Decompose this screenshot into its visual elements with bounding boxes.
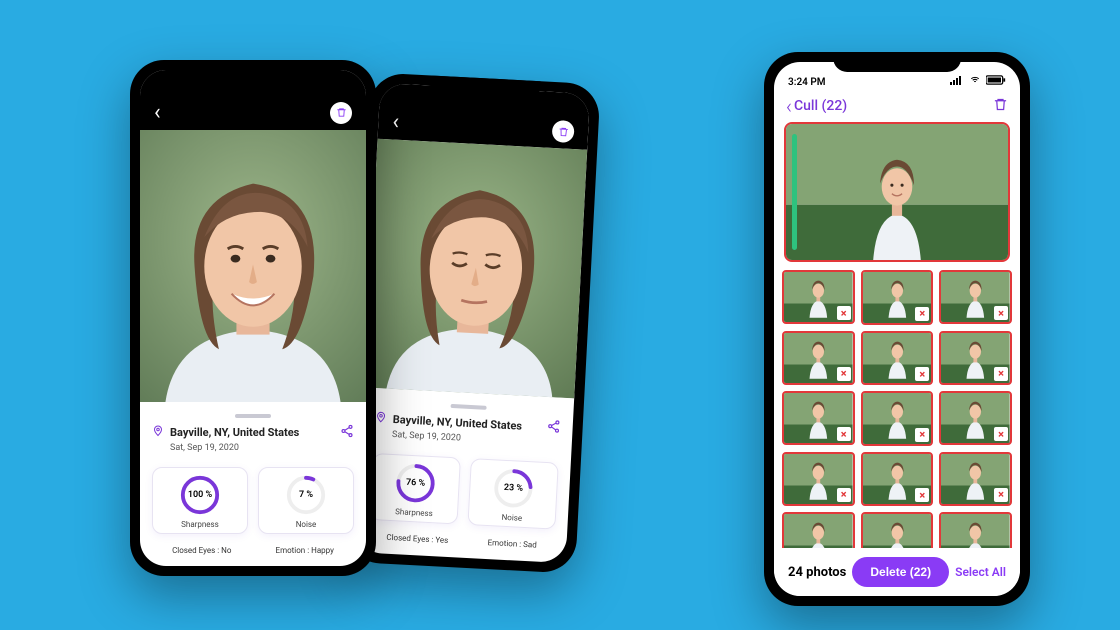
screen: ‹ — [356, 83, 590, 563]
photo-thumb[interactable]: × — [782, 452, 855, 506]
analysis-row: Closed Eyes : No Emotion : Happy — [140, 538, 366, 555]
phone-detail-sad: ‹ — [345, 72, 600, 573]
photo-thumb[interactable]: × — [939, 452, 1012, 506]
remove-mark-icon[interactable]: × — [837, 367, 851, 381]
select-all-button[interactable]: Select All — [955, 565, 1006, 579]
photo-thumb[interactable]: × — [782, 391, 855, 445]
phone-detail-happy: ‹ — [130, 60, 376, 576]
noise-value: 23 % — [491, 467, 535, 511]
photo-thumb[interactable]: × — [939, 270, 1012, 324]
noise-ring: 7 % — [285, 474, 327, 516]
location-text: Bayville, NY, United States — [170, 426, 299, 439]
share-icon[interactable] — [546, 419, 561, 437]
device-notch — [833, 52, 961, 72]
photo-thumb[interactable]: × — [861, 270, 934, 325]
sharpness-card: 76 % Sharpness — [370, 453, 461, 525]
phone-cull: 3:24 PM ‹ Cull (22) — [764, 52, 1030, 606]
sharpness-label: Sharpness — [181, 520, 219, 529]
noise-card: 7 % Noise — [258, 467, 354, 534]
drag-handle[interactable] — [450, 404, 486, 410]
signal-icon — [950, 75, 964, 88]
sharpness-ring: 100 % — [179, 474, 221, 516]
screen: ‹ — [140, 70, 366, 566]
nav-bar: ‹ Cull (22) — [774, 92, 1020, 122]
remove-mark-icon[interactable]: × — [837, 488, 851, 502]
location-icon — [374, 411, 387, 427]
closed-eyes-text: Closed Eyes : Yes — [386, 533, 448, 545]
hero-photo[interactable] — [784, 122, 1010, 262]
sharpness-card: 100 % Sharpness — [152, 467, 248, 534]
stats-row: 76 % Sharpness 23 % Noise — [357, 443, 571, 535]
emotion-text: Emotion : Happy — [276, 546, 334, 555]
back-button[interactable]: ‹ Cull (22) — [786, 96, 847, 116]
emotion-text: Emotion : Sad — [487, 539, 537, 551]
back-button[interactable]: ‹ — [392, 112, 400, 134]
chevron-left-icon: ‹ — [786, 96, 792, 116]
device-notch — [194, 60, 312, 80]
location-icon — [152, 425, 164, 440]
photo-thumb[interactable]: × — [939, 391, 1012, 445]
remove-mark-icon[interactable]: × — [915, 428, 929, 442]
location-text: Bayville, NY, United States — [392, 413, 522, 433]
photo-grid: × × × × — [774, 270, 1020, 567]
remove-mark-icon[interactable]: × — [994, 427, 1008, 441]
sharpness-label: Sharpness — [395, 508, 433, 519]
photo-thumb[interactable]: × — [939, 331, 1012, 385]
sharpness-ring: 76 % — [393, 462, 437, 506]
date-text: Sat, Sep 19, 2020 — [152, 443, 354, 453]
noise-label: Noise — [296, 520, 317, 529]
stats-row: 100 % Sharpness 7 % Noise — [140, 457, 366, 538]
photo-count: 24 photos — [788, 565, 846, 580]
delete-button[interactable]: Delete (22) — [852, 557, 949, 587]
share-icon[interactable] — [340, 424, 354, 441]
selection-indicator — [792, 134, 797, 250]
status-time: 3:24 PM — [788, 77, 826, 88]
photo-thumb[interactable]: × — [861, 391, 934, 446]
photo-thumb[interactable]: × — [782, 331, 855, 385]
info-panel: Bayville, NY, United States Sat, Sep 19,… — [140, 402, 366, 457]
bottom-bar: 24 photos Delete (22) Select All — [774, 548, 1020, 596]
remove-mark-icon[interactable]: × — [915, 307, 929, 321]
screen: 3:24 PM ‹ Cull (22) — [774, 62, 1020, 596]
sharpness-value: 76 % — [393, 462, 437, 506]
wifi-icon — [968, 75, 982, 88]
photo-thumb[interactable]: × — [861, 331, 934, 386]
remove-mark-icon[interactable]: × — [994, 306, 1008, 320]
photo-thumb[interactable]: × — [861, 452, 934, 507]
closed-eyes-text: Closed Eyes : No — [172, 546, 231, 555]
photo-preview[interactable] — [364, 139, 587, 399]
drag-handle[interactable] — [235, 414, 271, 418]
remove-mark-icon[interactable]: × — [837, 427, 851, 441]
delete-icon[interactable] — [993, 97, 1008, 116]
delete-icon[interactable] — [552, 120, 575, 143]
remove-mark-icon[interactable]: × — [994, 367, 1008, 381]
back-button[interactable]: ‹ — [154, 102, 161, 124]
remove-mark-icon[interactable]: × — [837, 306, 851, 320]
noise-card: 23 % Noise — [467, 459, 558, 531]
battery-icon — [986, 75, 1006, 88]
noise-label: Noise — [501, 513, 522, 523]
cull-title: Cull (22) — [794, 98, 847, 114]
photo-thumb[interactable]: × — [782, 270, 855, 324]
remove-mark-icon[interactable]: × — [994, 488, 1008, 502]
delete-icon[interactable] — [330, 102, 352, 124]
status-indicators — [950, 75, 1006, 88]
noise-ring: 23 % — [491, 467, 535, 511]
photo-preview[interactable] — [140, 130, 366, 403]
noise-value: 7 % — [285, 474, 327, 516]
sharpness-value: 100 % — [179, 474, 221, 516]
remove-mark-icon[interactable]: × — [915, 367, 929, 381]
remove-mark-icon[interactable]: × — [915, 488, 929, 502]
